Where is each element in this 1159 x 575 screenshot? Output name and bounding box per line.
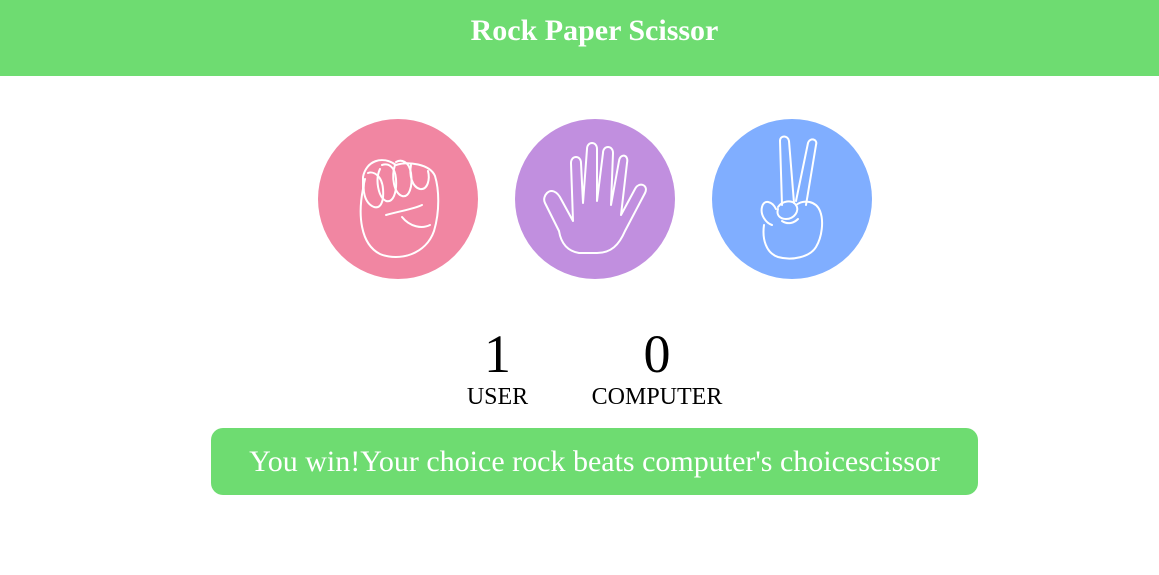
app-title: Rock Paper Scissor bbox=[470, 14, 719, 47]
fist-icon bbox=[318, 119, 478, 279]
user-score: 1 USER bbox=[440, 325, 555, 411]
result-message: You win!Your choice rock beats computer'… bbox=[249, 444, 940, 478]
computer-score-value: 0 bbox=[643, 324, 671, 384]
computer-score-label: COMPUTER bbox=[591, 384, 723, 410]
scissor-choice-button[interactable] bbox=[712, 119, 872, 279]
choices-row bbox=[0, 119, 1159, 279]
paper-choice-button[interactable] bbox=[515, 119, 675, 279]
rock-choice-button[interactable] bbox=[318, 119, 478, 279]
victory-hand-icon bbox=[712, 119, 872, 279]
app-header: Rock Paper Scissor bbox=[0, 0, 1159, 76]
user-score-label: USER bbox=[466, 384, 529, 410]
result-banner: You win!Your choice rock beats computer'… bbox=[211, 428, 978, 495]
open-hand-icon bbox=[515, 119, 675, 279]
computer-score: 0 COMPUTER bbox=[583, 325, 731, 411]
user-score-value: 1 bbox=[484, 324, 511, 384]
